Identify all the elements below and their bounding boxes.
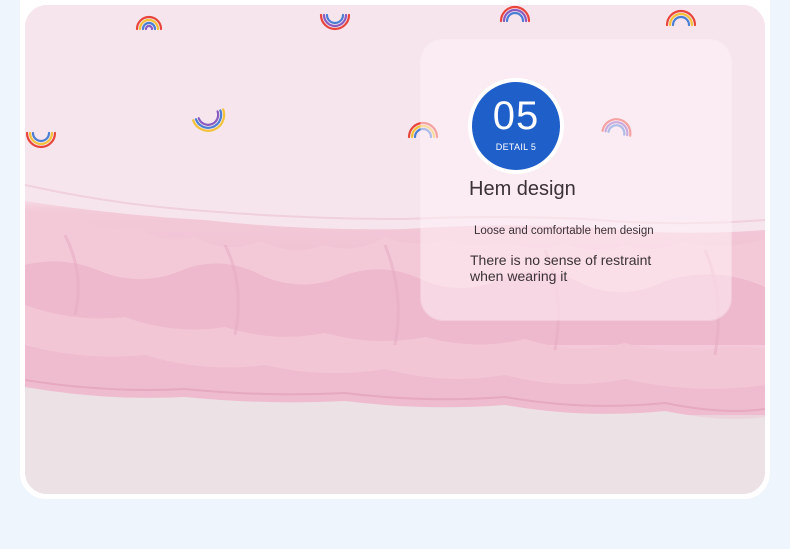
detail-title: Hem design [469, 178, 576, 200]
detail-description-small: Loose and comfortable hem design [474, 225, 654, 237]
detail-description-main: There is no sense of restraint when wear… [470, 252, 652, 284]
detail-number: 05 [492, 94, 540, 138]
detail-label: DETAIL 5 [495, 142, 537, 152]
detail-badge: 05 DETAIL 5 [472, 82, 560, 170]
